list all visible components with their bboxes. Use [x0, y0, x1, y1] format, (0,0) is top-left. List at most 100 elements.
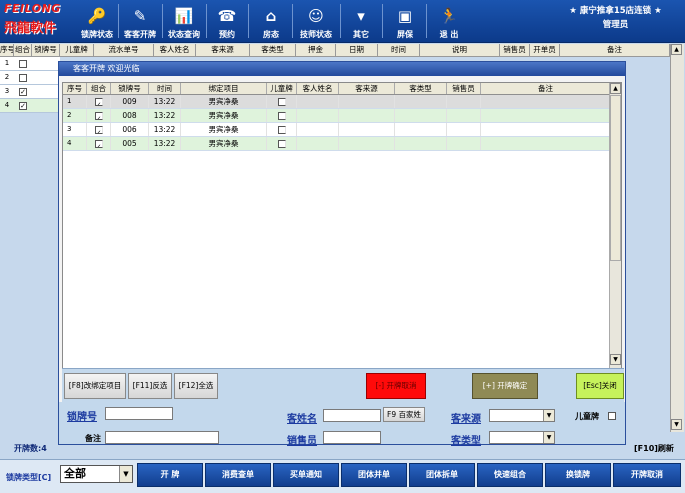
- open-time: 13:22: [149, 123, 181, 136]
- toolbar-exit-button[interactable]: 🏃 退 出: [434, 2, 464, 40]
- main-col-header: 儿童牌: [60, 44, 94, 56]
- scroll-thumb[interactable]: [610, 95, 621, 261]
- store-name: ★ 康宁推拿15店连锁 ★: [569, 6, 662, 16]
- lock-number: 009: [111, 95, 149, 108]
- toolbar-open-guest-button[interactable]: ✎ 客客开牌: [121, 2, 159, 40]
- open-card-button[interactable]: 开 牌: [137, 463, 203, 487]
- open-time: 13:22: [149, 137, 181, 150]
- row-number: 3: [63, 123, 87, 136]
- dialog-col-header: 绑定项目: [181, 83, 267, 94]
- combo-checkbox[interactable]: [19, 73, 27, 82]
- toolbar-label: 预约: [219, 30, 235, 39]
- toolbar-room-status-button[interactable]: ⌂ 房态: [256, 2, 286, 40]
- child-checkbox[interactable]: [277, 111, 286, 120]
- main-col-header: 时间: [378, 44, 420, 56]
- group-merge-button[interactable]: 团体并单: [341, 463, 407, 487]
- table-row[interactable]: 4 ✓: [0, 99, 60, 113]
- child-checkbox[interactable]: [277, 125, 286, 134]
- guest-name-label: 客姓名: [287, 414, 317, 425]
- open-count: 开牌数:4: [14, 444, 47, 453]
- surname-list-button[interactable]: F9 百家姓: [383, 407, 425, 422]
- toolbar-lock-status-button[interactable]: 🔑 锁牌状态: [80, 2, 114, 40]
- table-row[interactable]: 3 ✓ 006 13:22 男宾净桑: [63, 123, 621, 137]
- select-all-button[interactable]: [F12]全选: [174, 373, 218, 399]
- chevron-down-icon: ▼: [119, 466, 132, 482]
- row-number: 4: [4, 101, 10, 109]
- refresh-button[interactable]: [F10]刷新: [634, 443, 674, 454]
- quick-combine-button[interactable]: 快速组合: [477, 463, 543, 487]
- dialog-button-bar: [F8]改绑定项目 [F11]反选 [F12]全选 [-] 开牌取消 [+] 开…: [62, 368, 624, 402]
- confirm-open-button[interactable]: [+] 开牌确定: [472, 373, 538, 399]
- toolbar-label: 退 出: [439, 30, 459, 39]
- dialog-title: 客客开牌 欢迎光临: [59, 62, 625, 76]
- invert-selection-button[interactable]: [F11]反选: [128, 373, 172, 399]
- change-lock-button[interactable]: 换锁牌: [545, 463, 611, 487]
- dialog-col-header: 客人姓名: [297, 83, 339, 94]
- main-scrollbar[interactable]: ▲ ▼: [670, 44, 684, 432]
- combo-checkbox[interactable]: ✓: [94, 125, 103, 134]
- lock-type-value: 全部: [64, 467, 86, 480]
- cancel-open-card-button[interactable]: 开牌取消: [613, 463, 681, 487]
- combo-checkbox[interactable]: ✓: [94, 97, 103, 106]
- toolbar-label: 客客开牌: [124, 30, 156, 39]
- scroll-up-icon[interactable]: ▲: [610, 83, 621, 94]
- group-split-button[interactable]: 团体拆单: [409, 463, 475, 487]
- toolbar-screensaver-button[interactable]: ▣ 屏保: [390, 2, 420, 40]
- combo-checkbox[interactable]: ✓: [94, 139, 103, 148]
- scroll-down-icon[interactable]: ▼: [610, 354, 621, 365]
- dialog-col-header: 销售员: [447, 83, 481, 94]
- scroll-down-icon[interactable]: ▼: [671, 419, 682, 430]
- main-col-header: 客人姓名: [154, 44, 196, 56]
- main-table-header: 序号 组合 锁牌号 儿童牌 流水单号 客人姓名 客来源 客类型 押金 日期 时间…: [0, 44, 670, 57]
- combo-checkbox[interactable]: ✓: [19, 101, 27, 110]
- table-row[interactable]: 2 ✓ 008 13:22 男宾净桑: [63, 109, 621, 123]
- consumption-query-button[interactable]: 消费查单: [205, 463, 271, 487]
- dialog-col-header: 客来源: [339, 83, 395, 94]
- guest-name-input[interactable]: [323, 409, 381, 422]
- bound-item: 男宾净桑: [181, 109, 267, 122]
- row-number: 1: [4, 59, 10, 67]
- toolbar-status-query-button[interactable]: 📊 状态查询: [165, 2, 203, 40]
- table-row[interactable]: 2: [0, 71, 60, 85]
- sales-input[interactable]: [323, 431, 381, 444]
- table-row[interactable]: 4 ✓ 005 13:22 男宾净桑: [63, 137, 621, 151]
- combo-checkbox[interactable]: ✓: [19, 87, 27, 96]
- row-number: 3: [4, 87, 10, 95]
- table-row[interactable]: 1 ✓ 009 13:22 男宾净桑: [63, 95, 621, 109]
- dialog-form: 锁牌号 备注 客姓名 F9 百家姓 销售员 客来源 ▼ 客类型 ▼ 儿童牌: [59, 402, 625, 447]
- toolbar-other-button[interactable]: ▾ 其它: [346, 2, 376, 40]
- cancel-open-button[interactable]: [-] 开牌取消: [366, 373, 426, 399]
- row-number: 1: [63, 95, 87, 108]
- source-select[interactable]: ▼: [489, 409, 555, 422]
- child-checkbox[interactable]: [277, 139, 286, 148]
- scroll-up-icon[interactable]: ▲: [671, 44, 682, 55]
- remark-label: 备注: [85, 434, 101, 443]
- dialog-col-header: 备注: [481, 83, 611, 94]
- toolbar-label: 技师状态: [300, 30, 332, 39]
- lock-number: 008: [111, 109, 149, 122]
- toolbar-technician-status-button[interactable]: ☺ 技师状态: [296, 2, 336, 40]
- child-card-checkbox[interactable]: [608, 412, 616, 420]
- main-col-header: 流水单号: [94, 44, 154, 56]
- main-col-header: 销售员: [500, 44, 530, 56]
- remark-input[interactable]: [105, 431, 219, 444]
- chevron-down-icon: ▼: [543, 432, 554, 443]
- change-item-button[interactable]: [F8]改绑定项目: [64, 373, 126, 399]
- close-dialog-button[interactable]: [Esc]关闭: [576, 373, 624, 399]
- row-number: 2: [63, 109, 87, 122]
- checkout-notice-button[interactable]: 买单通知: [273, 463, 339, 487]
- child-checkbox[interactable]: [277, 97, 286, 106]
- type-select[interactable]: ▼: [489, 431, 555, 444]
- lock-type-select[interactable]: 全部 ▼: [60, 465, 133, 483]
- table-row[interactable]: 1: [0, 57, 60, 71]
- lock-number: 005: [111, 137, 149, 150]
- toolbar-reservation-button[interactable]: ☎ 预约: [212, 2, 242, 40]
- combo-checkbox[interactable]: ✓: [94, 111, 103, 120]
- table-row[interactable]: 3 ✓: [0, 85, 60, 99]
- dialog-col-header: 时间: [149, 83, 181, 94]
- combo-checkbox[interactable]: [19, 59, 27, 68]
- house-icon: ⌂: [265, 6, 277, 25]
- main-col-header: 组合: [15, 44, 32, 56]
- store-info: ★ 康宁推拿15店连锁 ★ 管理员: [548, 4, 683, 32]
- lock-number-input[interactable]: [105, 407, 173, 420]
